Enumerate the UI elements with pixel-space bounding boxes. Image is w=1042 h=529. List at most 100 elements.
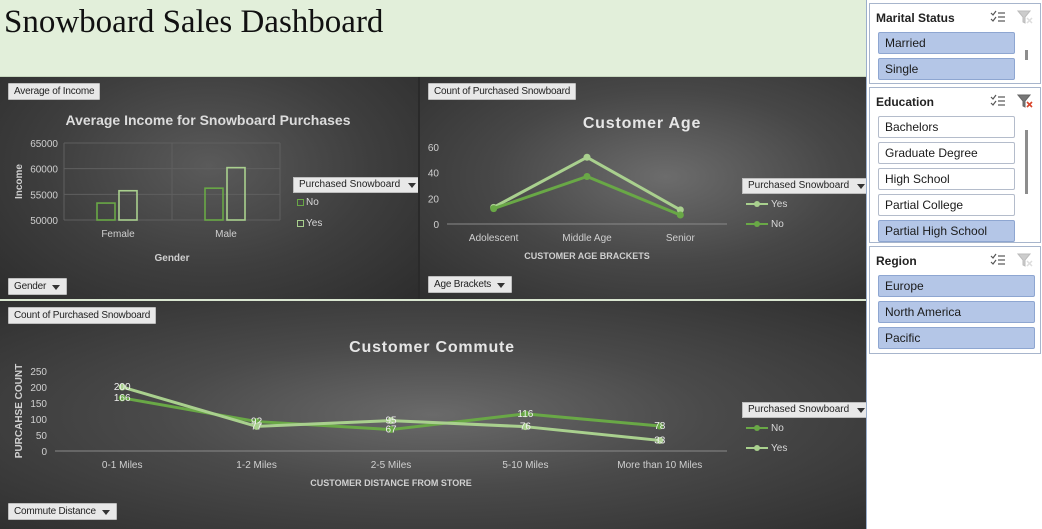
y-tick-label: 50000: [30, 216, 58, 227]
clear-filter-icon[interactable]: [1017, 253, 1033, 267]
multi-select-icon[interactable]: [990, 253, 1006, 267]
slicer-header: Region: [870, 247, 1040, 273]
slicer-title: Marital Status: [876, 11, 955, 25]
value-field-button[interactable]: Count of Purchased Snowboard: [428, 83, 577, 100]
y-tick-label: 250: [30, 367, 47, 378]
slicer-item-partial-high-school[interactable]: Partial High School: [878, 220, 1015, 242]
x-tick-label: Female: [101, 229, 135, 240]
dashboard: Snowboard Sales Dashboard Average Income…: [0, 0, 1042, 529]
slicer-item-single[interactable]: Single: [878, 58, 1015, 80]
slicer-item-high-school[interactable]: High School: [878, 168, 1015, 190]
legend-filter-button[interactable]: Purchased Snowboard: [742, 178, 866, 194]
legend-label: No: [771, 422, 784, 434]
legend-swatch: [297, 219, 304, 227]
x-tick-label: Male: [215, 229, 237, 240]
slicer-scrollbar[interactable]: [1025, 50, 1028, 60]
legend-item-yes: Yes: [742, 438, 866, 458]
legend-item-no: No: [742, 214, 866, 234]
x-tick-label: Adolescent: [469, 233, 519, 244]
legend-item-yes: Yes: [293, 211, 418, 235]
y-axis-title: PURCAHSE COUNT: [14, 364, 25, 458]
y-tick-label: 0: [433, 220, 439, 231]
legend-item-yes: Yes: [742, 194, 866, 214]
commute-legend: Purchased Snowboard No Yes: [742, 402, 866, 458]
x-tick-label: 1-2 Miles: [236, 460, 277, 471]
slicer-item-pacific[interactable]: Pacific: [878, 327, 1035, 349]
slicer-item-europe[interactable]: Europe: [878, 275, 1035, 297]
slicer-item-north-america[interactable]: North America: [878, 301, 1035, 323]
y-tick-label: 60000: [30, 165, 58, 176]
clear-filter-icon[interactable]: [1017, 94, 1033, 108]
x-tick-label: 5-10 Miles: [502, 460, 548, 471]
slicer-items: Europe North America Pacific: [878, 275, 1035, 353]
x-tick-label: 0-1 Miles: [102, 460, 143, 471]
chart-title: Average Income for Snowboard Purchases: [65, 112, 350, 128]
data-label-no: 78: [654, 421, 666, 432]
legend-filter-button[interactable]: Purchased Snowboard: [742, 402, 866, 418]
bar-no-male: [204, 187, 224, 221]
legend-item-no: No: [742, 418, 866, 438]
chart-title: Customer Age: [583, 115, 701, 132]
legend-item-no: No: [293, 193, 418, 211]
commute-axis-field-button[interactable]: Commute Distance: [8, 503, 117, 520]
legend-swatch: [297, 198, 304, 206]
slicer-title: Education: [876, 95, 935, 109]
value-field-button[interactable]: Average of Income: [8, 83, 101, 100]
slicer-scrollbar[interactable]: [1025, 130, 1028, 194]
data-label-no: 166: [114, 393, 131, 404]
slicer-item-bachelors[interactable]: Bachelors: [878, 116, 1015, 138]
legend-label: No: [771, 218, 784, 230]
slicer-marital-status[interactable]: Marital Status Married Single: [869, 3, 1041, 84]
value-field-button[interactable]: Count of Purchased Snowboard: [8, 307, 157, 324]
slicer-header: Education: [870, 88, 1040, 114]
legend-filter-button[interactable]: Purchased Snowboard: [293, 177, 418, 193]
x-tick-label: More than 10 Miles: [617, 460, 702, 471]
gender-axis-field-button[interactable]: Gender: [8, 278, 68, 295]
slicer-education[interactable]: Education Bachelors Graduate Degree High…: [869, 87, 1041, 243]
point-no: [490, 205, 498, 213]
dashboard-header: Snowboard Sales Dashboard: [0, 0, 866, 77]
y-tick-label: 50: [36, 431, 48, 442]
legend-swatch: [746, 201, 768, 207]
y-tick-label: 150: [30, 399, 47, 410]
commute-chart-panel[interactable]: Customer Commute 0 50 100 150 200 250 0-1 Miles…: [0, 301, 866, 529]
income-chart-panel[interactable]: Average Income for Snowboard Purchases 50…: [0, 77, 418, 299]
y-tick-label: 100: [30, 415, 47, 426]
x-axis-title: CUSTOMER DISTANCE FROM STORE: [310, 478, 472, 488]
legend-label: No: [306, 196, 319, 208]
data-label-yes: 77: [251, 421, 263, 432]
slicer-items: Bachelors Graduate Degree High School Pa…: [878, 116, 1015, 246]
legend-label: Yes: [306, 217, 323, 229]
income-legend: Purchased Snowboard No Yes: [293, 177, 418, 235]
bar-no-female: [96, 202, 116, 221]
slicer-region[interactable]: Region Europe North America Pacific: [869, 246, 1041, 354]
point-yes: [583, 153, 591, 161]
x-tick-label: 2-5 Miles: [371, 460, 412, 471]
slicer-items: Married Single: [878, 32, 1015, 84]
age-chart-panel[interactable]: Customer Age 0 20 40 60 Adolescent Middle Age S…: [420, 77, 866, 299]
slicer-item-married[interactable]: Married: [878, 32, 1015, 54]
chart-title: Customer Commute: [349, 339, 515, 356]
age-legend: Purchased Snowboard Yes No: [742, 178, 866, 234]
clear-filter-icon[interactable]: [1017, 10, 1033, 24]
point-no: [676, 211, 684, 219]
multi-select-icon[interactable]: [990, 94, 1006, 108]
x-tick-label: Middle Age: [562, 233, 612, 244]
legend-swatch: [746, 425, 768, 431]
legend-label: Yes: [771, 198, 788, 210]
slicer-header: Marital Status: [870, 4, 1040, 30]
slicer-pane: Marital Status Married Single Education …: [866, 0, 1042, 529]
y-tick-label: 65000: [30, 139, 58, 150]
slicer-item-partial-college[interactable]: Partial College: [878, 194, 1015, 216]
y-tick-label: 40: [428, 169, 440, 180]
y-tick-label: 0: [41, 447, 47, 458]
multi-select-icon[interactable]: [990, 10, 1006, 24]
x-tick-label: Senior: [666, 233, 696, 244]
y-axis-title: Income: [14, 164, 25, 199]
slicer-item-graduate-degree[interactable]: Graduate Degree: [878, 142, 1015, 164]
legend-swatch: [746, 221, 768, 227]
data-label-yes: 33: [654, 435, 666, 446]
commute-chart: Customer Commute 0 50 100 150 200 250 0-1 Miles…: [14, 339, 727, 488]
age-axis-field-button[interactable]: Age Brackets: [428, 276, 513, 293]
x-axis-title: Gender: [154, 253, 189, 264]
